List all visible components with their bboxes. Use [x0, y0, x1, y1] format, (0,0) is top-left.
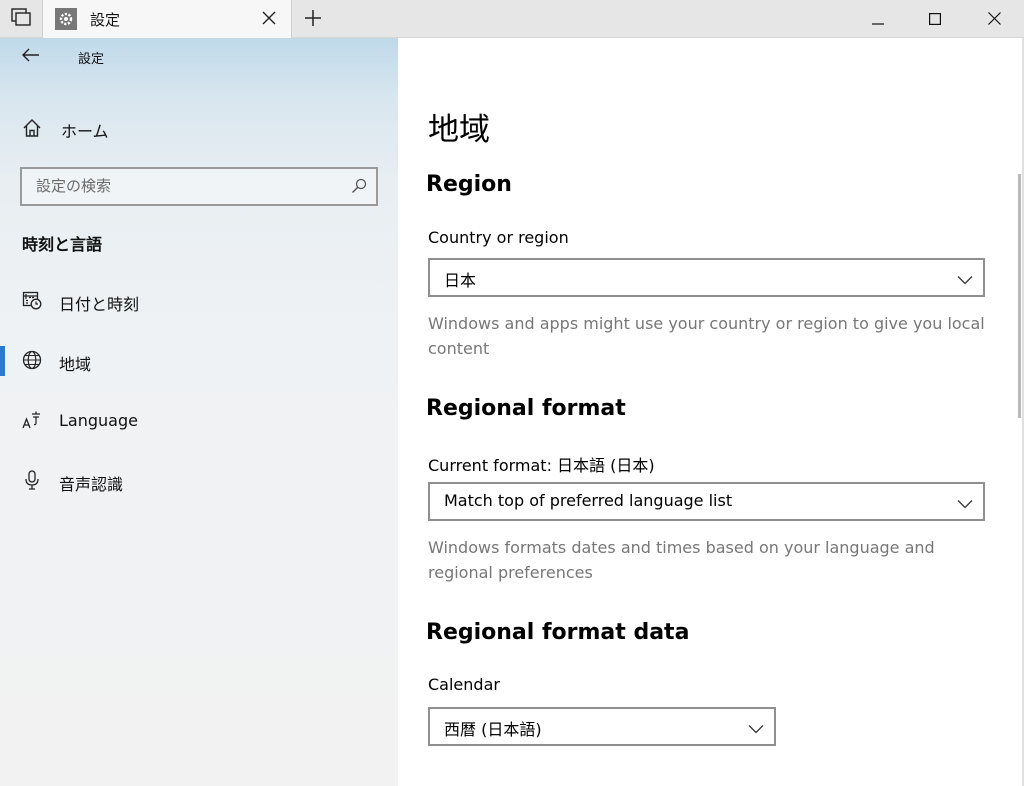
current-format-label: Current format: 日本語 (日本) — [428, 456, 655, 475]
maximize-button[interactable] — [906, 0, 964, 38]
gear-icon — [55, 8, 77, 30]
globe-icon — [22, 350, 42, 374]
region-heading: Region — [426, 172, 512, 197]
sidebar-item-date-time[interactable]: 日付と時刻 — [0, 280, 398, 322]
title-bar: 設定 — [0, 0, 1024, 38]
format-description: Windows formats dates and times based on… — [428, 538, 935, 582]
calendar-value: 西暦 (日本語) — [444, 720, 542, 739]
calendar-clock-icon — [22, 290, 42, 314]
back-arrow-icon — [22, 47, 40, 66]
calendar-dropdown[interactable]: 西暦 (日本語) — [428, 707, 776, 746]
sidebar-item-label: Language — [59, 411, 138, 430]
section-title: 時刻と言語 — [22, 235, 103, 254]
close-icon — [262, 10, 276, 29]
sidebar-item-language[interactable]: Language — [0, 400, 398, 442]
search-icon — [351, 178, 367, 198]
chevron-down-icon — [748, 719, 764, 738]
country-label: Country or region — [428, 228, 569, 247]
settings-tab[interactable]: 設定 — [42, 0, 292, 38]
country-dropdown[interactable]: 日本 — [428, 258, 985, 297]
regional-format-heading: Regional format — [426, 396, 626, 421]
search-input[interactable] — [36, 175, 336, 197]
maximize-icon — [929, 10, 942, 29]
close-icon — [987, 10, 1001, 29]
home-icon — [22, 118, 42, 142]
format-value: Match top of preferred language list — [444, 491, 733, 510]
calendar-label: Calendar — [428, 675, 500, 694]
page-title: 地域 — [428, 112, 490, 148]
minimize-button[interactable] — [849, 0, 907, 38]
home-label: ホーム — [61, 122, 109, 141]
vertical-scrollbar[interactable] — [1018, 174, 1021, 418]
sidebar-item-region[interactable]: 地域 — [0, 340, 398, 382]
back-button[interactable] — [18, 44, 44, 68]
plus-icon — [304, 9, 322, 31]
tab-sets-icon — [11, 8, 31, 30]
sidebar: 設定 ホーム 時刻と言語 日付と時刻 地域 Language — [0, 38, 398, 786]
country-description: Windows and apps might use your country … — [428, 314, 985, 358]
tab-sets-button[interactable] — [0, 0, 42, 38]
minimize-icon — [872, 10, 884, 29]
sidebar-item-label: 日付と時刻 — [59, 295, 140, 314]
language-icon — [22, 410, 42, 434]
regional-format-data-heading: Regional format data — [426, 620, 690, 645]
home-nav-item[interactable]: ホーム — [0, 108, 398, 148]
main-content: 地域 Region Country or region 日本 Windows a… — [398, 38, 1024, 786]
sidebar-item-speech[interactable]: 音声認識 — [0, 460, 398, 502]
close-tab-button[interactable] — [259, 9, 279, 29]
new-tab-button[interactable] — [300, 8, 326, 32]
chevron-down-icon — [957, 270, 973, 289]
sidebar-item-label: 音声認識 — [59, 475, 124, 494]
tab-title: 設定 — [90, 10, 121, 29]
settings-search-box[interactable] — [20, 167, 378, 206]
country-value: 日本 — [444, 271, 477, 290]
sidebar-title: 設定 — [78, 52, 105, 67]
sidebar-item-label: 地域 — [59, 355, 92, 374]
chevron-down-icon — [957, 494, 973, 513]
close-window-button[interactable] — [965, 0, 1023, 38]
microphone-icon — [22, 470, 42, 494]
regional-format-dropdown[interactable]: Match top of preferred language list — [428, 482, 985, 521]
